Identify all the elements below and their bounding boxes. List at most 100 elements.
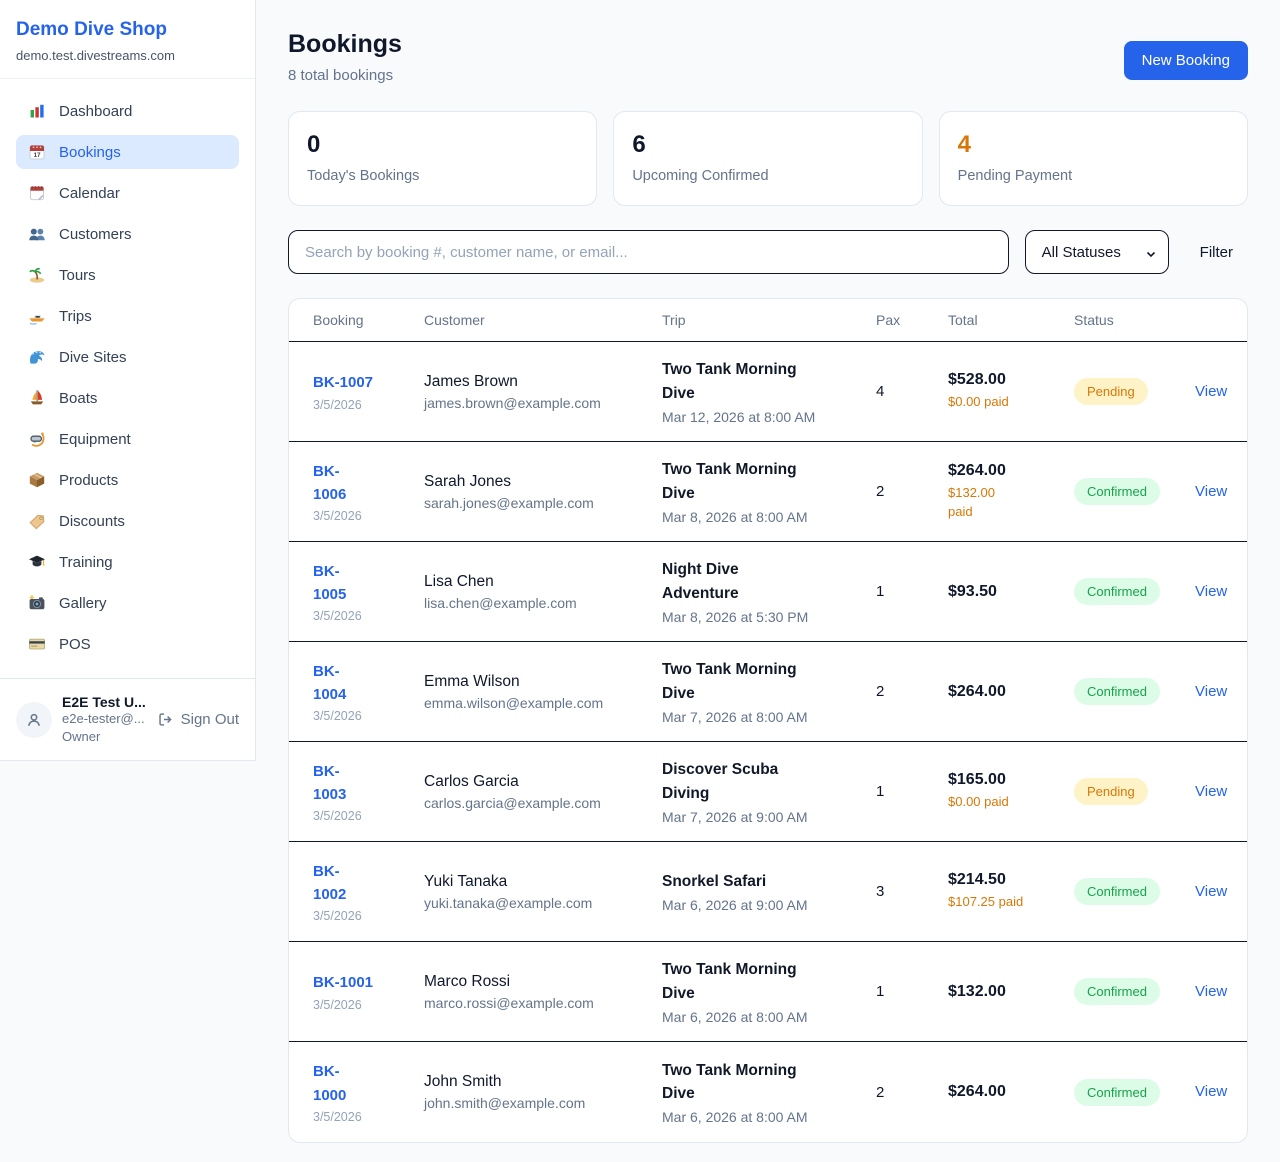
sign-out-button[interactable]: Sign Out (157, 711, 239, 728)
sidebar-item-dashboard[interactable]: Dashboard (16, 94, 239, 128)
trip-name: Two Tank Morning Dive (662, 1059, 812, 1106)
booking-id-link[interactable]: BK-1004 (313, 660, 359, 707)
bar-chart-icon (28, 102, 46, 120)
sidebar-nav: Dashboard Bookings Calendar Customers To… (0, 79, 255, 678)
booking-cell: BK-1003 3/5/2026 (313, 760, 424, 824)
pax-cell: 3 (876, 883, 948, 900)
total-amount: $132.00 (948, 983, 1074, 1001)
total-cell: $264.00 $132.00 paid (948, 462, 1074, 522)
sailboat-icon (28, 389, 46, 407)
total-amount: $165.00 (948, 771, 1074, 789)
paid-amount: $107.25 paid (948, 893, 1074, 912)
view-link[interactable]: View (1195, 783, 1227, 800)
booking-id-link[interactable]: BK-1005 (313, 560, 359, 607)
table-row: BK-1002 3/5/2026 Yuki Tanaka yuki.tanaka… (289, 842, 1247, 942)
sidebar-item-calendar[interactable]: Calendar (16, 176, 239, 210)
trip-datetime: Mar 7, 2026 at 8:00 AM (662, 709, 876, 725)
actions-cell: View (1195, 483, 1227, 501)
trip-name: Two Tank Morning Dive (662, 958, 812, 1005)
trip-datetime: Mar 12, 2026 at 8:00 AM (662, 409, 876, 425)
booking-cell: BK-1001 3/5/2026 (313, 971, 424, 1011)
column-header-pax: Pax (876, 312, 948, 328)
sidebar-item-label: Trips (59, 308, 92, 325)
customer-email: emma.wilson@example.com (424, 695, 662, 711)
status-select[interactable]: All Statuses (1025, 230, 1169, 274)
filter-button[interactable]: Filter (1185, 244, 1248, 261)
booking-cell: BK-1007 3/5/2026 (313, 371, 424, 411)
sidebar-item-label: Boats (59, 390, 97, 407)
brand-title[interactable]: Demo Dive Shop (16, 19, 239, 41)
trip-cell: Two Tank Morning Dive Mar 12, 2026 at 8:… (662, 358, 876, 425)
sidebar-item-label: Discounts (59, 513, 125, 530)
customer-cell: Lisa Chen lisa.chen@example.com (424, 573, 662, 611)
booking-id-link[interactable]: BK-1001 (313, 974, 373, 991)
sidebar-item-products[interactable]: Products (16, 463, 239, 497)
view-link[interactable]: View (1195, 983, 1227, 1000)
sidebar-item-trips[interactable]: Trips (16, 299, 239, 333)
sidebar-item-label: Products (59, 472, 118, 489)
sidebar-item-tours[interactable]: Tours (16, 258, 239, 292)
sidebar-item-discounts[interactable]: Discounts (16, 504, 239, 538)
customer-cell: Emma Wilson emma.wilson@example.com (424, 673, 662, 711)
booking-id-link[interactable]: BK-1003 (313, 760, 359, 807)
sidebar-item-training[interactable]: Training (16, 545, 239, 579)
actions-cell: View (1195, 383, 1227, 401)
stats-row: 0 Today's Bookings 6 Upcoming Confirmed … (288, 111, 1248, 206)
sidebar-item-dive-sites[interactable]: Dive Sites (16, 340, 239, 374)
new-booking-button[interactable]: New Booking (1124, 41, 1248, 80)
view-link[interactable]: View (1195, 883, 1227, 900)
actions-cell: View (1195, 683, 1227, 701)
package-icon (28, 471, 46, 489)
booking-date: 3/5/2026 (313, 709, 424, 723)
pax-cell: 2 (876, 483, 948, 500)
wave-icon (28, 348, 46, 366)
trip-name: Two Tank Morning Dive (662, 458, 812, 505)
customer-name: Lisa Chen (424, 573, 662, 591)
view-link[interactable]: View (1195, 583, 1227, 600)
sidebar-item-equipment[interactable]: Equipment (16, 422, 239, 456)
sidebar-item-customers[interactable]: Customers (16, 217, 239, 251)
search-input[interactable] (288, 230, 1009, 274)
customer-email: james.brown@example.com (424, 395, 662, 411)
view-link[interactable]: View (1195, 383, 1227, 400)
booking-cell: BK-1002 3/5/2026 (313, 860, 424, 924)
status-badge: Confirmed (1074, 478, 1160, 505)
status-badge: Confirmed (1074, 678, 1160, 705)
customer-name: John Smith (424, 1073, 662, 1091)
camera-icon (28, 594, 46, 612)
booking-cell: BK-1000 3/5/2026 (313, 1060, 424, 1124)
user-info: E2E Test U... e2e-tester@... Owner (62, 694, 146, 745)
sidebar-item-bookings[interactable]: Bookings (16, 135, 239, 169)
trip-cell: Two Tank Morning Dive Mar 6, 2026 at 8:0… (662, 1059, 876, 1126)
sidebar-item-gallery[interactable]: Gallery (16, 586, 239, 620)
status-cell: Confirmed (1074, 678, 1195, 705)
booking-id-link[interactable]: BK-1006 (313, 460, 359, 507)
pax-cell: 1 (876, 583, 948, 600)
view-link[interactable]: View (1195, 1083, 1227, 1100)
view-link[interactable]: View (1195, 683, 1227, 700)
customer-cell: John Smith john.smith@example.com (424, 1073, 662, 1111)
booking-date: 3/5/2026 (313, 609, 424, 623)
stat-value: 6 (632, 131, 903, 159)
sidebar: Demo Dive Shop demo.test.divestreams.com… (0, 0, 256, 761)
pax-cell: 2 (876, 1084, 948, 1101)
status-cell: Confirmed (1074, 978, 1195, 1005)
trip-name: Snorkel Safari (662, 870, 812, 893)
table-row: BK-1000 3/5/2026 John Smith john.smith@e… (289, 1042, 1247, 1142)
stat-label: Pending Payment (958, 168, 1229, 184)
booking-id-link[interactable]: BK-1007 (313, 374, 373, 391)
actions-cell: View (1195, 583, 1227, 601)
user-name: E2E Test U... (62, 694, 146, 710)
sidebar-item-boats[interactable]: Boats (16, 381, 239, 415)
sidebar-item-label: Equipment (59, 431, 131, 448)
view-link[interactable]: View (1195, 483, 1227, 500)
customer-name: Emma Wilson (424, 673, 662, 691)
sidebar-item-pos[interactable]: POS (16, 627, 239, 661)
status-select-wrap: All Statuses (1025, 230, 1169, 274)
booking-id-link[interactable]: BK-1002 (313, 860, 359, 907)
page-header: Bookings 8 total bookings New Booking (288, 30, 1248, 84)
stat-label: Upcoming Confirmed (632, 168, 903, 184)
column-header-customer: Customer (424, 312, 662, 328)
booking-id-link[interactable]: BK-1000 (313, 1060, 359, 1107)
sidebar-item-label: Customers (59, 226, 132, 243)
